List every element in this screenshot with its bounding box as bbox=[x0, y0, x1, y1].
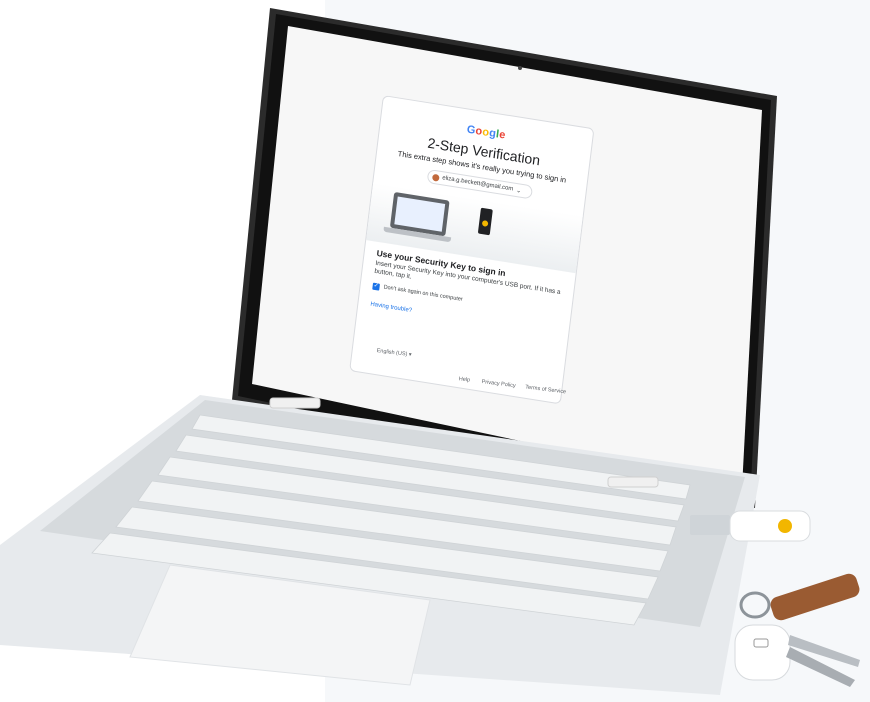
privacy-policy-link[interactable]: Privacy Policy bbox=[481, 379, 516, 389]
security-key-gold-contact bbox=[778, 519, 792, 533]
laptop-base bbox=[0, 395, 760, 695]
avatar bbox=[431, 173, 440, 182]
laptop-icon bbox=[383, 191, 452, 243]
account-email: eliza.g.beckett@gmail.com bbox=[441, 175, 514, 193]
keyring-security-key bbox=[734, 573, 860, 687]
terms-of-service-link[interactable]: Terms of Service bbox=[525, 384, 566, 395]
usb-security-key bbox=[690, 510, 811, 542]
dont-ask-checkbox[interactable]: ✓ bbox=[372, 282, 380, 291]
chevron-down-icon: ⌄ bbox=[515, 187, 522, 195]
help-link[interactable]: Help bbox=[458, 376, 470, 383]
security-key-icon bbox=[477, 207, 493, 236]
